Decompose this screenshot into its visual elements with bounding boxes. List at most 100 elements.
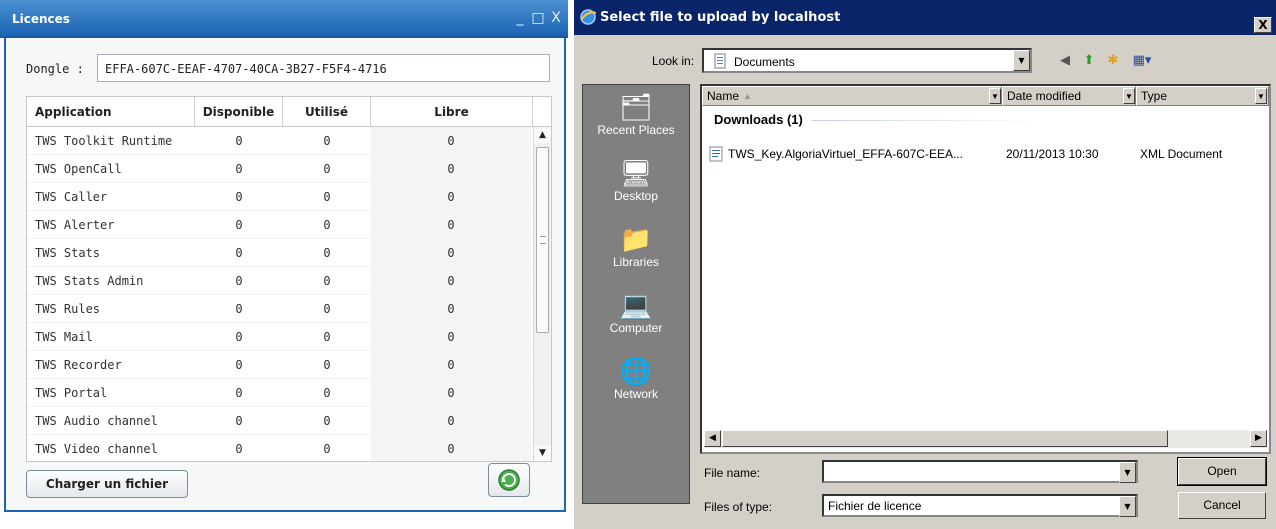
cell-application: TWS OpenCall [35,162,122,176]
cell-utilise: 0 [323,414,331,428]
cell-utilise: 0 [323,246,331,260]
cell-application: TWS Recorder [35,358,122,372]
upload-file-button[interactable]: Charger un fichier [26,470,188,498]
cell-libre: 0 [371,267,531,295]
file-type: XML Document [1140,147,1223,161]
dialog-close-button[interactable]: X [1254,17,1272,33]
table-row[interactable]: TWS Caller 0 0 0 [27,183,533,211]
table-header: Application Disponible Utilisé Libre [27,97,551,127]
cell-utilise: 0 [323,218,331,232]
scroll-down-icon[interactable]: ▼ [534,445,551,461]
cell-utilise: 0 [323,302,331,316]
chevron-down-icon[interactable]: ▼ [1123,88,1135,104]
column-label: Type [1141,89,1168,103]
dialog-title: Select file to upload by localhost [600,10,841,25]
table-scrollbar[interactable]: ▲ ▼ [533,127,551,461]
scroll-up-icon[interactable]: ▲ [534,127,551,143]
dialog-titlebar[interactable]: Select file to upload by localhost X [574,0,1276,35]
horizontal-scrollbar[interactable]: ◀ ▶ [704,430,1267,448]
cell-libre: 0 [371,407,531,435]
view-menu-icon[interactable]: ▦▾ [1128,52,1156,70]
table-row[interactable]: TWS Mail 0 0 0 [27,323,533,351]
table-row[interactable]: TWS Rules 0 0 0 [27,295,533,323]
column-header-disponible[interactable]: Disponible [195,97,283,127]
licences-title: Licences [12,12,70,26]
refresh-button[interactable] [488,463,530,497]
place-desktop[interactable]: 🖥 Desktop [583,157,689,219]
refresh-icon [498,469,520,491]
maximize-button[interactable]: □ [530,10,546,26]
cell-utilise: 0 [323,162,331,176]
table-row[interactable]: TWS Portal 0 0 0 [27,379,533,407]
place-label: Computer [609,321,663,335]
libraries-icon: 📁 [619,224,653,254]
cell-application: TWS Stats Admin [35,274,144,288]
chevron-down-icon[interactable]: ▼ [1119,496,1136,517]
table-row[interactable]: TWS Recorder 0 0 0 [27,351,533,379]
cell-application: TWS Caller [35,190,108,204]
table-row[interactable]: TWS Stats Admin 0 0 0 [27,267,533,295]
grip-icon [540,236,546,244]
look-in-label: Look in: [652,54,695,68]
look-in-value: Documents [734,55,795,69]
cancel-button[interactable]: Cancel [1178,492,1266,519]
cell-libre: 0 [371,155,531,183]
table-row[interactable]: TWS Toolkit Runtime 0 0 0 [27,127,533,155]
cell-disponible: 0 [235,246,243,260]
table-row[interactable]: TWS Video channel 0 0 0 [27,435,533,461]
files-of-type-select[interactable]: Fichier de licence ▼ [822,494,1138,517]
file-name-input[interactable]: ▼ [822,460,1138,483]
chevron-down-icon[interactable]: ▼ [1013,50,1030,71]
place-recent-places[interactable]: 🗂 Recent Places [583,91,689,153]
licences-titlebar[interactable]: Licences _ □ X [0,0,568,38]
column-header-type[interactable]: Type ▼ [1136,86,1269,106]
scrollbar-thumb[interactable] [536,147,549,333]
recent-places-icon: 🗂 [619,92,653,122]
group-header[interactable]: Downloads (1) [714,112,803,127]
network-icon: 🌐 [619,356,653,386]
file-name-label: File name: [704,466,761,480]
cell-utilise: 0 [323,358,331,372]
cell-utilise: 0 [323,386,331,400]
scroll-left-icon[interactable]: ◀ [704,430,721,447]
place-computer[interactable]: 💻 Computer [583,289,689,351]
close-button[interactable]: X [548,10,564,26]
table-row[interactable]: TWS Alerter 0 0 0 [27,211,533,239]
file-row[interactable]: TWS_Key.AlgoriaVirtuel_EFFA-607C-EEA... … [708,144,1263,164]
computer-icon: 💻 [619,290,653,320]
place-libraries[interactable]: 📁 Libraries [583,223,689,285]
back-icon[interactable]: ◀ [1056,52,1074,70]
column-header-utilise[interactable]: Utilisé [283,97,371,127]
cell-disponible: 0 [235,442,243,456]
new-folder-icon[interactable]: ✱ [1104,52,1122,70]
up-folder-icon[interactable]: ⬆ [1080,52,1098,70]
column-header-date-modified[interactable]: Date modified ▼ [1002,86,1136,106]
cell-disponible: 0 [235,162,243,176]
cell-libre: 0 [371,379,531,407]
chevron-down-icon[interactable]: ▼ [1255,88,1267,104]
dongle-field[interactable]: EFFA-607C-EEAF-4707-40CA-3B27-F5F4-4716 [97,54,550,82]
table-row[interactable]: TWS OpenCall 0 0 0 [27,155,533,183]
chevron-down-icon[interactable]: ▼ [1119,462,1136,483]
table-row[interactable]: TWS Stats 0 0 0 [27,239,533,267]
scrollbar-thumb[interactable] [722,430,1168,447]
file-date: 20/11/2013 10:30 [1006,147,1099,161]
place-label: Network [613,387,658,401]
sort-arrow-icon: ▲ [743,91,752,101]
file-list: Name ▲ ▼ Date modified ▼ Type ▼ Download… [700,84,1271,454]
scroll-right-icon[interactable]: ▶ [1250,430,1267,447]
cell-application: TWS Toolkit Runtime [35,134,173,148]
chevron-down-icon[interactable]: ▼ [989,88,1001,104]
column-header-name[interactable]: Name ▲ ▼ [702,86,1002,106]
place-network[interactable]: 🌐 Network [583,355,689,417]
column-header-application[interactable]: Application [27,97,195,127]
cell-application: TWS Mail [35,330,93,344]
open-button[interactable]: Open [1177,457,1267,486]
cell-disponible: 0 [235,190,243,204]
minimize-button[interactable]: _ [512,10,528,26]
cell-libre: 0 [371,351,531,379]
table-row[interactable]: TWS Audio channel 0 0 0 [27,407,533,435]
column-header-libre[interactable]: Libre [371,97,533,127]
cell-utilise: 0 [323,274,331,288]
look-in-select[interactable]: Documents ▼ [702,48,1032,73]
